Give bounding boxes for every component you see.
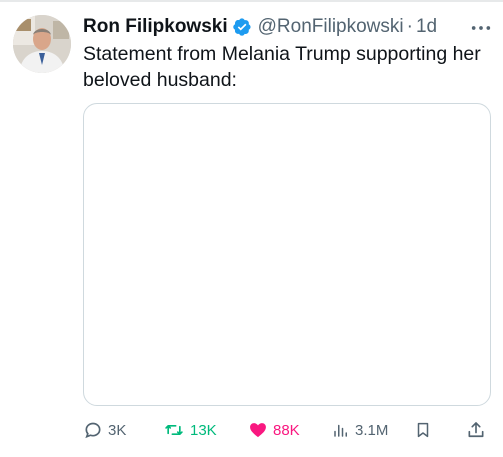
retweet-icon <box>165 425 183 435</box>
share-icon <box>468 422 484 438</box>
retweet-button[interactable]: 13K <box>163 417 217 443</box>
media-card[interactable] <box>83 103 491 406</box>
timestamp[interactable]: 1d <box>416 16 437 38</box>
verified-badge-icon <box>232 17 252 37</box>
share-button[interactable] <box>466 417 486 443</box>
more-options-button[interactable] <box>466 18 496 38</box>
views-bar-chart-icon <box>334 424 347 437</box>
reply-count: 3K <box>108 421 127 439</box>
like-count: 88K <box>273 421 300 439</box>
bookmark-button[interactable] <box>414 417 432 443</box>
avatar-photo <box>13 15 71 73</box>
display-name[interactable]: Ron Filipkowski <box>83 16 228 38</box>
avatar[interactable] <box>13 15 71 73</box>
retweet-count: 13K <box>190 421 217 439</box>
more-icon <box>471 26 491 30</box>
tweet-header: Ron Filipkowski @RonFilipkowski · 1d <box>83 14 437 40</box>
divider <box>0 0 503 2</box>
tweet-text: Statement from Melania Trump supporting … <box>83 43 481 91</box>
separator-dot: · <box>406 16 413 37</box>
handle[interactable]: @RonFilipkowski <box>258 16 404 38</box>
heart-icon <box>250 423 266 438</box>
views-count: 3.1M <box>355 421 389 439</box>
action-bar: 3K 13K 88K 3.1M <box>0 417 503 443</box>
bookmark-icon <box>417 422 429 438</box>
reply-icon <box>85 422 101 439</box>
views-button[interactable]: 3.1M <box>332 417 388 443</box>
reply-button[interactable]: 3K <box>83 417 126 443</box>
tweet-card[interactable]: Ron Filipkowski @RonFilipkowski · 1d Sta… <box>0 0 503 457</box>
like-button[interactable]: 88K <box>248 417 300 443</box>
